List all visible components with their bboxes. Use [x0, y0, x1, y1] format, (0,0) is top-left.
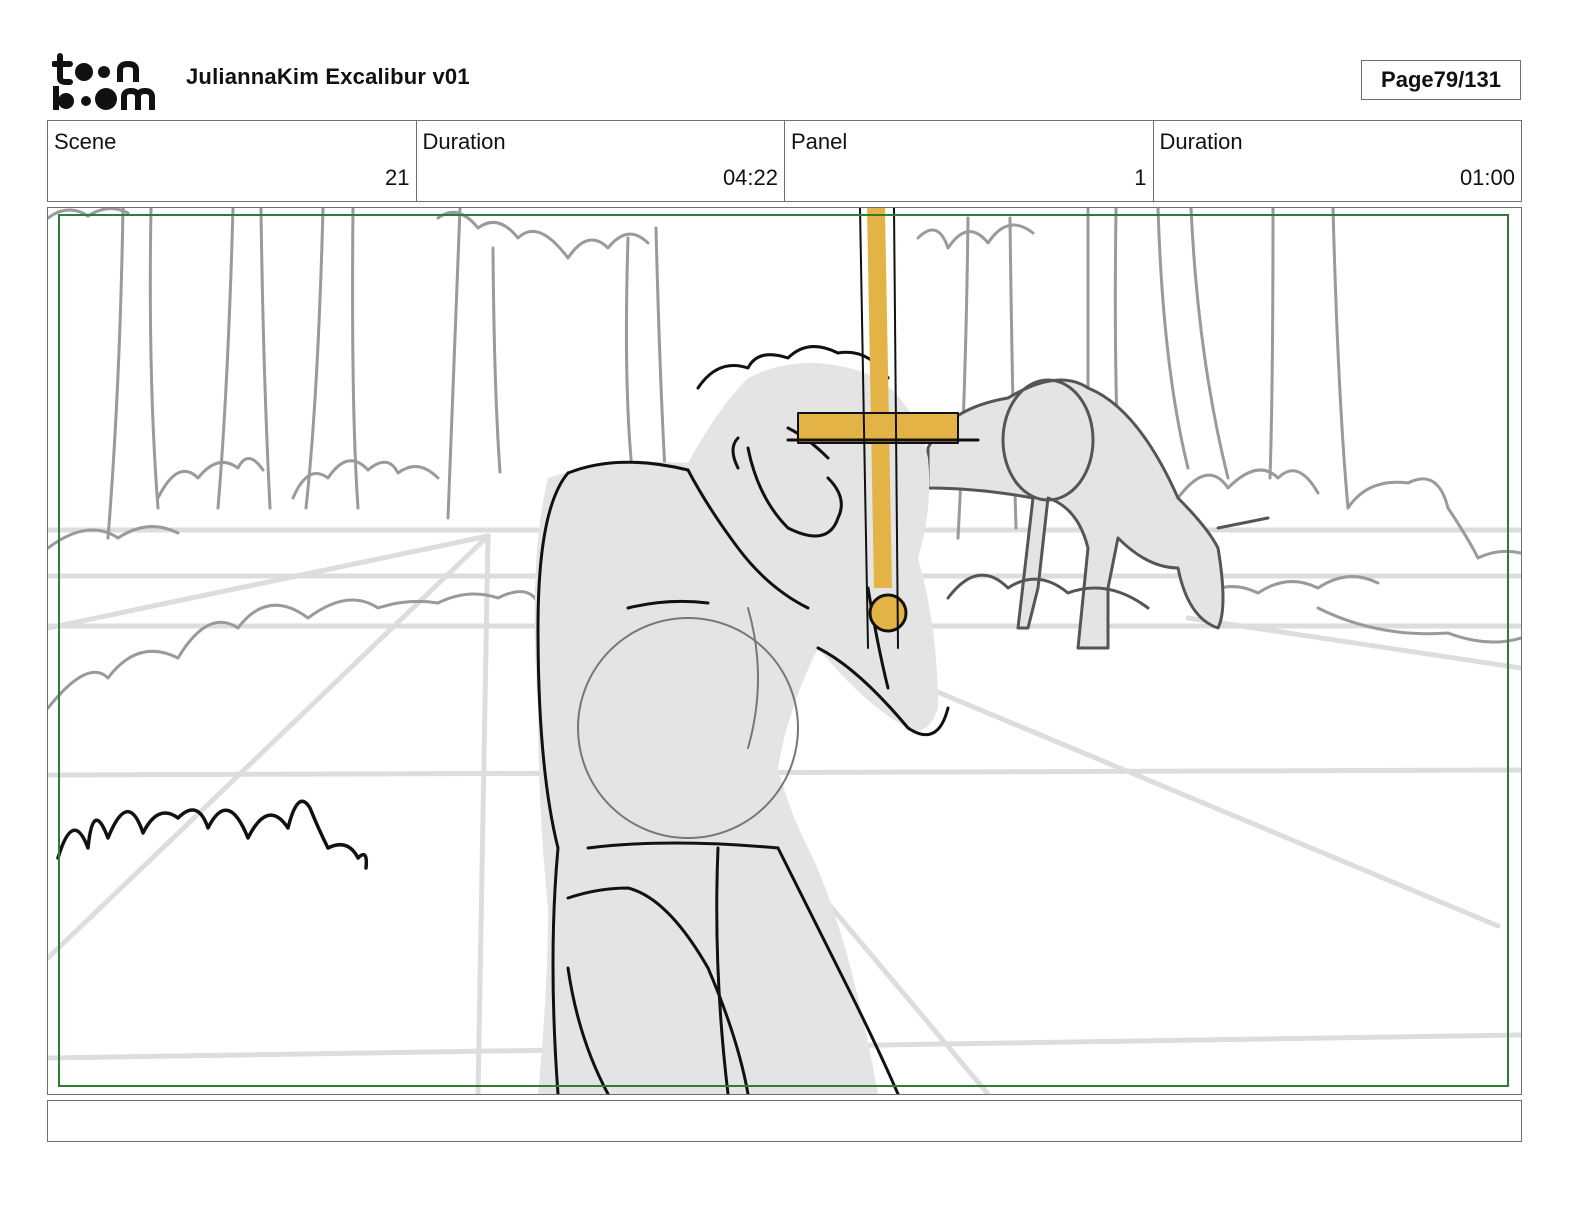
document-title: JuliannaKim Excalibur v01 — [186, 64, 470, 89]
panel-sketch — [48, 208, 1521, 1094]
scene-cell: Scene 21 — [48, 121, 417, 201]
panel-duration-label: Duration — [1159, 129, 1243, 154]
panel-label: Panel — [791, 129, 848, 154]
page-number: 79/131 — [1433, 67, 1501, 92]
scene-value: 21 — [385, 165, 410, 190]
panel-value: 1 — [1134, 165, 1147, 190]
scene-duration-cell: Duration 04:22 — [417, 121, 785, 201]
page-label: Page — [1381, 67, 1434, 92]
page-indicator: Page 79/131 — [1361, 60, 1521, 100]
scene-label: Scene — [54, 129, 117, 154]
panel-duration-value: 01:00 — [1459, 165, 1515, 190]
panel-duration-cell: Duration 01:00 — [1154, 121, 1522, 201]
panel-notes-box — [47, 1100, 1522, 1142]
panel-cell: Panel 1 — [785, 121, 1154, 201]
scene-duration-label: Duration — [422, 129, 506, 154]
panel-image-frame — [47, 207, 1522, 1095]
panel-info-table: Scene 21 Duration 04:22 Panel 1 Duration… — [47, 120, 1522, 202]
toonboom-logo — [52, 53, 155, 110]
scene-duration-value: 04:22 — [722, 165, 778, 190]
